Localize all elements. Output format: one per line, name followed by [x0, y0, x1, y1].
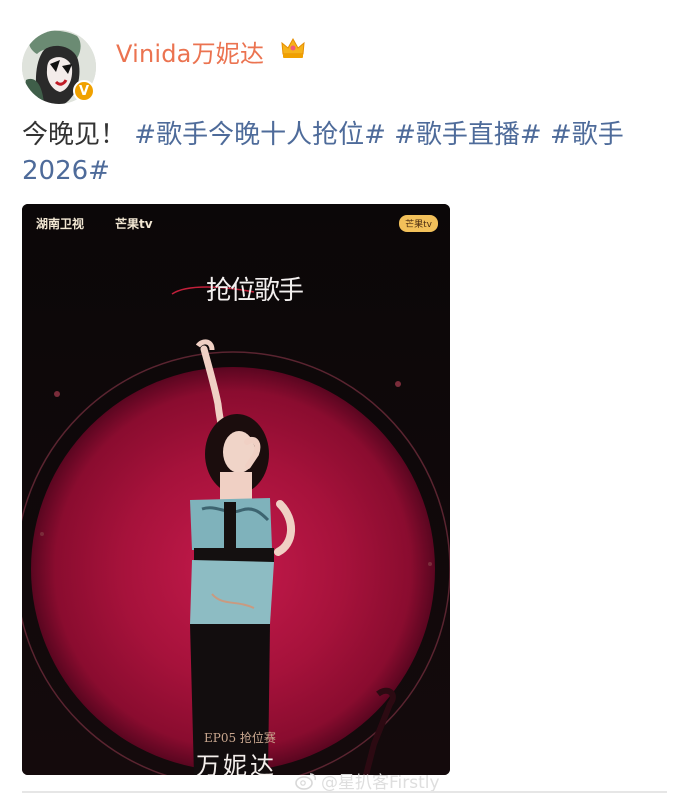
- mango-tv-logo: 芒果tv: [115, 217, 153, 231]
- weibo-post: V Vinida万妮达 今晚见！ #歌手今晚十人抢位# #歌手直播# #歌手20…: [0, 0, 690, 799]
- divider: [22, 791, 667, 793]
- watermark: @星扒客Firstly: [295, 768, 440, 793]
- watermark-text: @星扒客Firstly: [321, 773, 440, 793]
- show-title: 抢位歌手: [206, 274, 304, 308]
- show-title-part1: 抢位: [206, 276, 256, 306]
- hashtag-link[interactable]: #歌手今晚十人抢位#: [134, 120, 386, 150]
- crown-icon: [281, 37, 305, 58]
- weibo-icon: [295, 772, 316, 790]
- username[interactable]: Vinida万妮达: [116, 34, 264, 69]
- singer-name: 万妮达: [196, 752, 277, 775]
- post-plain-text: 今晚见！: [22, 120, 127, 150]
- episode-label: EP05 抢位赛: [204, 731, 276, 745]
- mango-tv-badge: 芒果tv: [399, 215, 438, 232]
- hashtag-link[interactable]: #歌手直播#: [394, 120, 542, 150]
- post-image[interactable]: 湖南卫视 芒果tv 芒果tv 抢位歌手 EP05 抢位赛 万妮达: [22, 204, 450, 775]
- post-text: 今晚见！ #歌手今晚十人抢位# #歌手直播# #歌手2026#: [22, 117, 632, 189]
- hunan-tv-logo: 湖南卫视: [36, 217, 85, 231]
- show-title-part2: 歌手: [254, 276, 304, 306]
- verified-badge-icon: V: [73, 80, 95, 102]
